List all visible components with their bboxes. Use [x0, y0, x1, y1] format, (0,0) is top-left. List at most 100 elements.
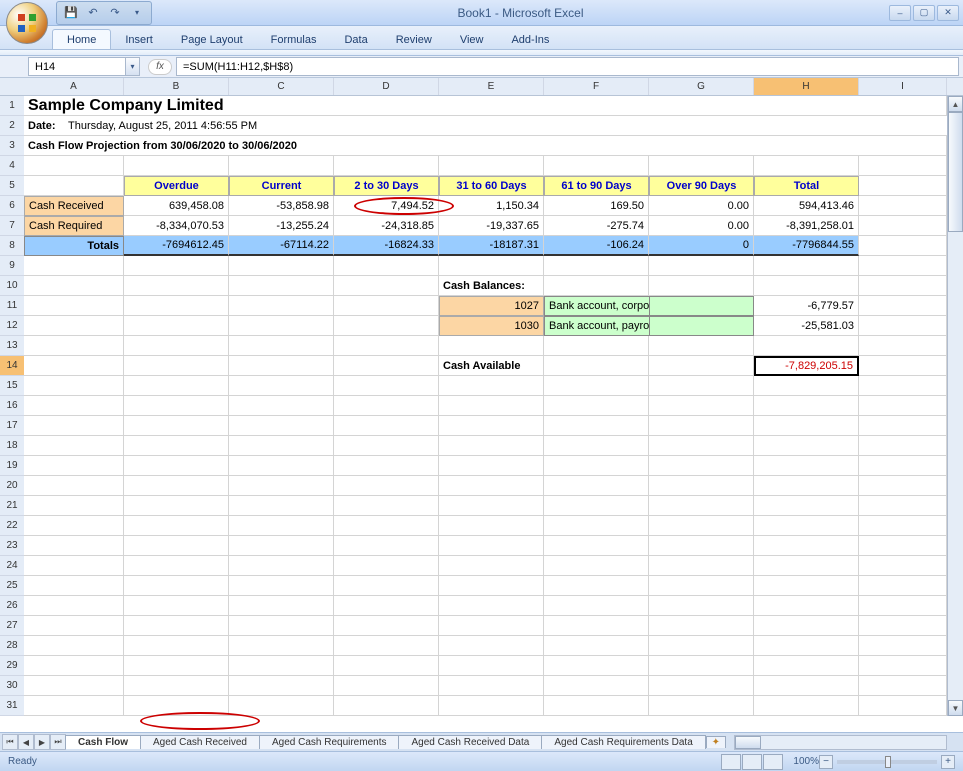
row-header-15[interactable]: 15 — [0, 376, 24, 396]
tab-home[interactable]: Home — [52, 29, 111, 49]
name-box-dropdown[interactable]: ▾ — [126, 57, 140, 76]
row-header-28[interactable]: 28 — [0, 636, 24, 656]
view-page-layout-button[interactable] — [742, 754, 762, 770]
row-header-12[interactable]: 12 — [0, 316, 24, 336]
hdr-overdue[interactable]: Overdue — [124, 176, 229, 196]
qat-dropdown-icon[interactable]: ▾ — [129, 5, 145, 21]
tab-data[interactable]: Data — [330, 30, 381, 49]
maximize-button[interactable]: ▢ — [913, 5, 935, 21]
view-normal-button[interactable] — [721, 754, 741, 770]
row-header-22[interactable]: 22 — [0, 516, 24, 536]
col-header-g[interactable]: G — [649, 78, 754, 95]
row-header-10[interactable]: 10 — [0, 276, 24, 296]
col-header-b[interactable]: B — [124, 78, 229, 95]
row-header-30[interactable]: 30 — [0, 676, 24, 696]
sheet-tab-aged-cash-received-data[interactable]: Aged Cash Received Data — [398, 735, 542, 749]
row-header-20[interactable]: 20 — [0, 476, 24, 496]
row-header-26[interactable]: 26 — [0, 596, 24, 616]
col-header-a[interactable]: A — [24, 78, 124, 95]
row-header-24[interactable]: 24 — [0, 556, 24, 576]
col-header-f[interactable]: F — [544, 78, 649, 95]
tab-formulas[interactable]: Formulas — [257, 30, 331, 49]
hdr-31-60[interactable]: 31 to 60 Days — [439, 176, 544, 196]
undo-icon[interactable]: ↶ — [85, 5, 101, 21]
vscroll-thumb[interactable] — [948, 112, 963, 232]
sheet-tab-aged-cash-requirements[interactable]: Aged Cash Requirements — [259, 735, 400, 749]
row-header-5[interactable]: 5 — [0, 176, 24, 196]
vertical-scrollbar[interactable]: ▲ ▼ — [947, 96, 963, 716]
cash-balances-label[interactable]: Cash Balances: — [439, 276, 544, 296]
scroll-up-icon[interactable]: ▲ — [948, 96, 963, 112]
scroll-down-icon[interactable]: ▼ — [948, 700, 963, 716]
row-header-1[interactable]: 1 — [0, 96, 24, 116]
hdr-61-90[interactable]: 61 to 90 Days — [544, 176, 649, 196]
row-header-23[interactable]: 23 — [0, 536, 24, 556]
zoom-thumb[interactable] — [885, 756, 891, 768]
tab-nav-next-icon[interactable]: ▶ — [34, 734, 50, 750]
view-page-break-button[interactable] — [763, 754, 783, 770]
redo-icon[interactable]: ↷ — [107, 5, 123, 21]
row-header-25[interactable]: 25 — [0, 576, 24, 596]
cell-cash-received-label[interactable]: Cash Received — [24, 196, 124, 216]
tab-view[interactable]: View — [446, 30, 498, 49]
tab-nav-prev-icon[interactable]: ◀ — [18, 734, 34, 750]
insert-sheet-icon[interactable]: ✦ — [706, 736, 726, 748]
tab-insert[interactable]: Insert — [111, 30, 167, 49]
cell-a2-date-label[interactable]: Date: — [24, 116, 64, 136]
row-header-19[interactable]: 19 — [0, 456, 24, 476]
tab-review[interactable]: Review — [382, 30, 446, 49]
hscroll-thumb[interactable] — [735, 736, 761, 749]
spreadsheet-grid[interactable]: 1 2 3 4 5 6 7 8 9 10 11 12 13 14 15 16 1… — [0, 78, 963, 732]
sheet-tab-aged-cash-received[interactable]: Aged Cash Received — [140, 735, 260, 749]
cell-a1-title[interactable]: Sample Company Limited — [24, 96, 947, 116]
row-header-4[interactable]: 4 — [0, 156, 24, 176]
row-header-18[interactable]: 18 — [0, 436, 24, 456]
zoom-slider[interactable] — [837, 760, 937, 764]
cash-available-label[interactable]: Cash Available — [439, 356, 544, 376]
row-header-3[interactable]: 3 — [0, 136, 24, 156]
formula-input[interactable]: =SUM(H11:H12,$H$8) — [176, 57, 959, 76]
col-header-h[interactable]: H — [754, 78, 859, 95]
tab-add-ins[interactable]: Add-Ins — [497, 30, 563, 49]
row-header-9[interactable]: 9 — [0, 256, 24, 276]
select-all-corner[interactable] — [0, 78, 24, 96]
col-header-i[interactable]: I — [859, 78, 947, 95]
cell-h14-cash-available[interactable]: -7,829,205.15 — [754, 356, 859, 376]
minimize-button[interactable]: – — [889, 5, 911, 21]
tab-page-layout[interactable]: Page Layout — [167, 30, 257, 49]
tab-nav-last-icon[interactable]: ⏭ — [50, 734, 66, 750]
row-header-29[interactable]: 29 — [0, 656, 24, 676]
cell-cash-required-label[interactable]: Cash Required — [24, 216, 124, 236]
row-header-17[interactable]: 17 — [0, 416, 24, 436]
col-header-d[interactable]: D — [334, 78, 439, 95]
save-icon[interactable]: 💾 — [63, 5, 79, 21]
cell-a3-projection[interactable]: Cash Flow Projection from 30/06/2020 to … — [24, 136, 947, 156]
hdr-current[interactable]: Current — [229, 176, 334, 196]
row-header-11[interactable]: 11 — [0, 296, 24, 316]
row-header-13[interactable]: 13 — [0, 336, 24, 356]
name-box[interactable]: H14 — [28, 57, 126, 76]
row-header-2[interactable]: 2 — [0, 116, 24, 136]
close-button[interactable]: ✕ — [937, 5, 959, 21]
fx-icon[interactable]: fx — [148, 59, 172, 75]
row-header-6[interactable]: 6 — [0, 196, 24, 216]
horizontal-scrollbar[interactable] — [734, 735, 947, 750]
zoom-out-button[interactable]: − — [819, 755, 833, 769]
hdr-total[interactable]: Total — [754, 176, 859, 196]
row-header-8[interactable]: 8 — [0, 236, 24, 256]
zoom-in-button[interactable]: + — [941, 755, 955, 769]
row-header-14[interactable]: 14 — [0, 356, 24, 376]
row-header-7[interactable]: 7 — [0, 216, 24, 236]
col-header-e[interactable]: E — [439, 78, 544, 95]
col-header-c[interactable]: C — [229, 78, 334, 95]
hdr-2-30[interactable]: 2 to 30 Days — [334, 176, 439, 196]
row-header-27[interactable]: 27 — [0, 616, 24, 636]
row-header-16[interactable]: 16 — [0, 396, 24, 416]
cell-a2-date-value[interactable]: Thursday, August 25, 2011 4:56:55 PM — [64, 116, 947, 136]
tab-nav-first-icon[interactable]: ⏮ — [2, 734, 18, 750]
row-header-31[interactable]: 31 — [0, 696, 24, 716]
sheet-tab-aged-cash-requirements-data[interactable]: Aged Cash Requirements Data — [541, 735, 705, 749]
sheet-tab-cash-flow[interactable]: Cash Flow — [65, 735, 141, 749]
office-button[interactable] — [6, 2, 48, 44]
cell-totals-label[interactable]: Totals — [24, 236, 124, 256]
